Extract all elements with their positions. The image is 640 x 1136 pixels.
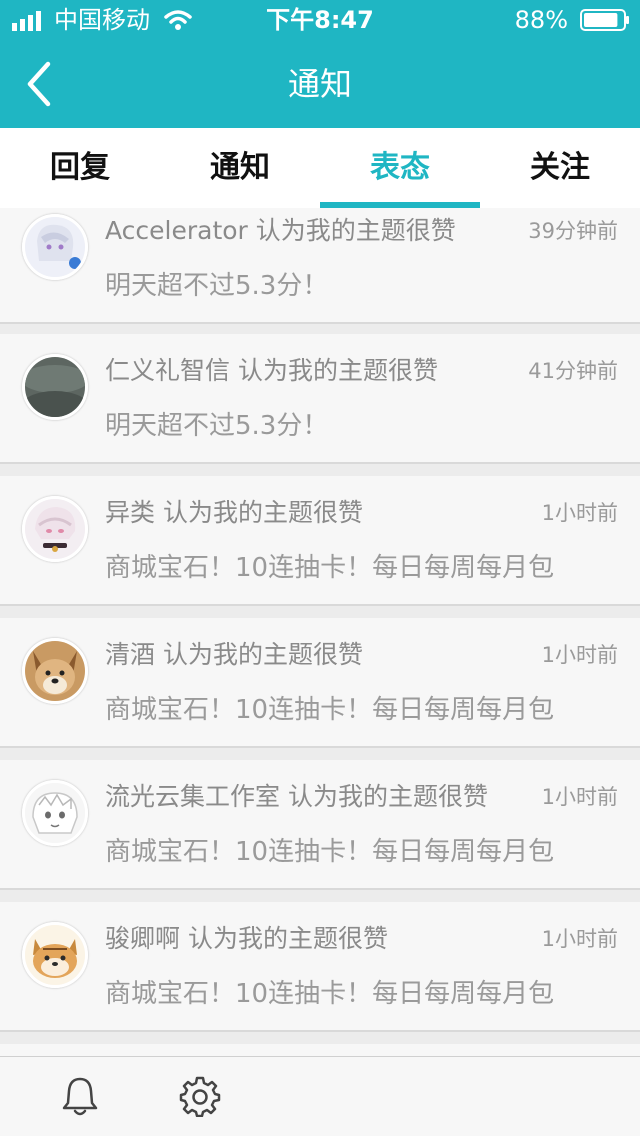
item-content: 商城宝石！10连抽卡！每日每周每月包	[105, 837, 555, 867]
item-content: 商城宝石！10连抽卡！每日每周每月包	[105, 695, 555, 725]
app-header: 中国移动 下午8:47 88% 通知	[0, 0, 640, 128]
item-content: 商城宝石！10连抽卡！每日每周每月包	[105, 979, 555, 1009]
avatar[interactable]	[22, 354, 88, 420]
bottom-toolbar	[0, 1056, 640, 1136]
item-title: 流光云集工作室 认为我的主题很赞	[105, 782, 488, 811]
item-title: 清酒 认为我的主题很赞	[105, 640, 363, 669]
item-title: Accelerator 认为我的主题很赞	[105, 216, 456, 245]
item-content: 明天超不过5.3分！	[105, 411, 329, 441]
gear-icon[interactable]	[179, 1075, 221, 1117]
status-bar: 中国移动 下午8:47 88%	[0, 0, 640, 40]
list-item[interactable]: Accelerator 认为我的主题很赞 39分钟前 明天超不过5.3分！	[0, 208, 640, 324]
item-time: 1小时前	[541, 643, 618, 667]
list-item[interactable]: 仁义礼智信 认为我的主题很赞 41分钟前 明天超不过5.3分！	[0, 334, 640, 464]
avatar[interactable]	[22, 780, 88, 846]
battery-icon	[580, 9, 629, 31]
list-item[interactable]: 骏卿啊 认为我的主题很赞 1小时前 商城宝石！10连抽卡！每日每周每月包	[0, 902, 640, 1032]
item-title: 骏卿啊 认为我的主题很赞	[105, 924, 388, 953]
page-title: 通知	[287, 65, 352, 103]
item-time: 1小时前	[541, 785, 618, 809]
battery-percentage: 88%	[514, 6, 568, 34]
tab-bar: 回复 通知 表态 关注	[0, 128, 640, 208]
tab-reactions[interactable]: 表态	[320, 128, 480, 208]
item-time: 39分钟前	[528, 219, 618, 243]
item-title: 仁义礼智信 认为我的主题很赞	[105, 356, 438, 385]
list-item[interactable]: 流光云集工作室 认为我的主题很赞 1小时前 商城宝石！10连抽卡！每日每周每月包	[0, 760, 640, 890]
item-time: 1小时前	[541, 501, 618, 525]
tab-notifications[interactable]: 通知	[160, 128, 320, 208]
item-title: 异类 认为我的主题很赞	[105, 498, 363, 527]
item-content: 明天超不过5.3分！	[105, 271, 329, 301]
nav-bar: 通知	[0, 40, 640, 128]
tab-replies[interactable]: 回复	[0, 128, 160, 208]
list-item[interactable]: 清酒 认为我的主题很赞 1小时前 商城宝石！10连抽卡！每日每周每月包	[0, 618, 640, 748]
list-item[interactable]: 异类 认为我的主题很赞 1小时前 商城宝石！10连抽卡！每日每周每月包	[0, 476, 640, 606]
avatar[interactable]	[22, 496, 88, 562]
avatar[interactable]	[22, 214, 88, 280]
item-content: 商城宝石！10连抽卡！每日每周每月包	[105, 553, 555, 583]
avatar[interactable]	[22, 638, 88, 704]
item-time: 1小时前	[541, 927, 618, 951]
tab-follows[interactable]: 关注	[480, 128, 640, 208]
avatar[interactable]	[22, 922, 88, 988]
bell-icon[interactable]	[60, 1075, 100, 1117]
item-time: 41分钟前	[528, 359, 618, 383]
list-item[interactable]	[0, 1044, 640, 1056]
notification-list[interactable]: Accelerator 认为我的主题很赞 39分钟前 明天超不过5.3分！ 仁义…	[0, 208, 640, 1056]
